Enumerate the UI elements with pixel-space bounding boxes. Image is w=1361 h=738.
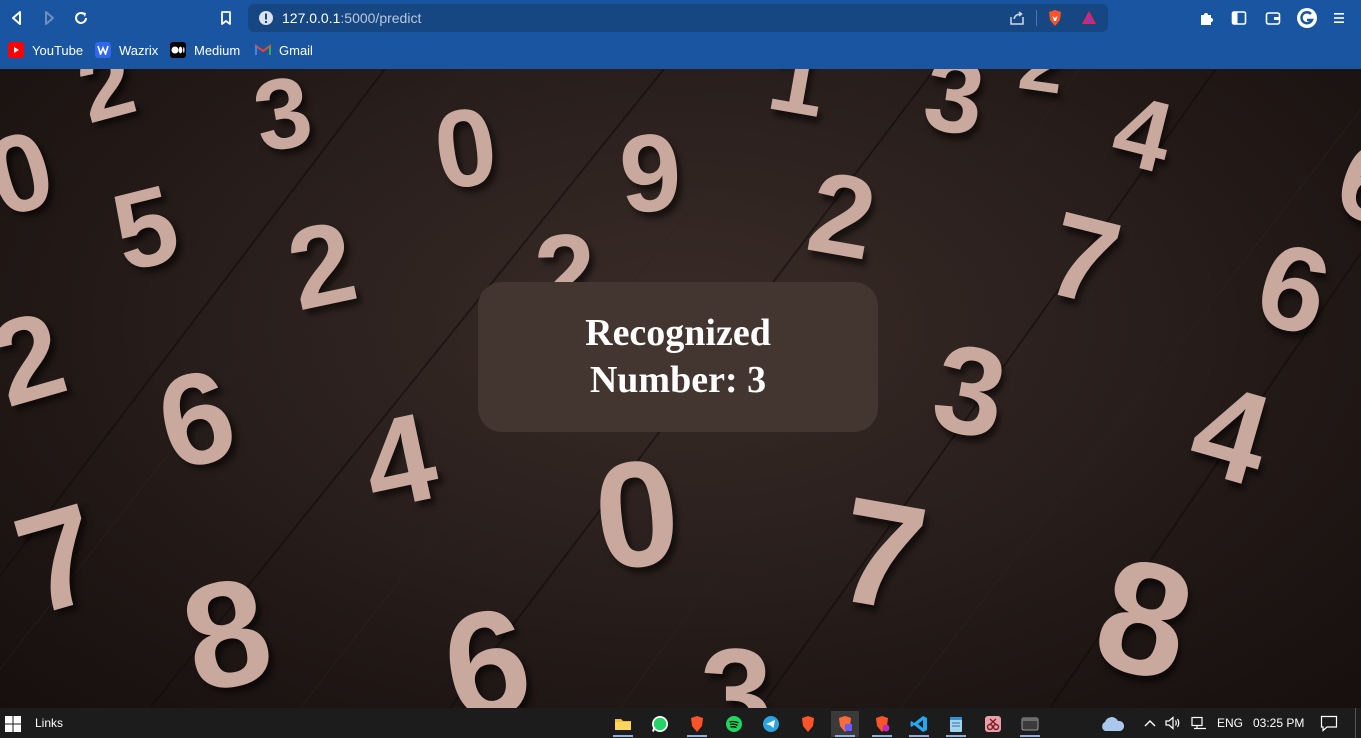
bookmark-gmail[interactable]: Gmail — [255, 41, 313, 59]
taskbar-app-terminal[interactable] — [1016, 711, 1044, 737]
running-indicator — [613, 735, 633, 737]
background-digit: 0 — [586, 426, 687, 602]
brave-nightly-icon — [876, 716, 890, 732]
whatsapp-icon — [652, 716, 668, 732]
taskbar-app-file-explorer[interactable] — [609, 711, 637, 737]
omnibox-divider — [1036, 10, 1037, 26]
result-heading: Recognized — [585, 312, 771, 354]
hamburger-icon — [1334, 13, 1344, 23]
taskbar-app-notepad[interactable] — [942, 711, 970, 737]
running-indicator — [872, 735, 892, 737]
brave-icon — [691, 716, 703, 732]
forward-button[interactable] — [37, 6, 61, 30]
taskbar-app-brave-nightly[interactable] — [868, 711, 896, 737]
notepad-icon — [950, 717, 962, 732]
bookmark-label: Wazrix — [119, 42, 159, 58]
brave-beta-icon — [839, 716, 852, 732]
bookmark-button[interactable] — [214, 6, 238, 30]
windows-taskbar: Links ENG 03:25 PM — [0, 708, 1361, 738]
wallet-button[interactable] — [1263, 8, 1283, 28]
reload-button[interactable] — [69, 6, 93, 30]
browser-toolbar: 127.0.0.1:5000/predict — [0, 0, 1361, 36]
gmail-icon — [255, 42, 271, 58]
running-indicator — [946, 735, 966, 737]
youtube-icon — [8, 42, 24, 58]
forward-icon — [45, 11, 54, 25]
windows-start-icon[interactable] — [4, 715, 22, 733]
running-indicator — [687, 735, 707, 737]
network-icon[interactable] — [1191, 716, 1207, 730]
brave-icon — [802, 716, 814, 732]
brave-rewards-icon[interactable] — [1080, 9, 1098, 27]
clock[interactable]: 03:25 PM — [1253, 716, 1304, 730]
running-indicator — [835, 735, 855, 737]
telegram-icon — [763, 716, 779, 732]
wallet-icon — [1265, 12, 1281, 25]
puzzle-icon — [1201, 13, 1213, 25]
result-card: Recognized Number: 3 — [478, 282, 878, 432]
extensions-button[interactable] — [1197, 8, 1217, 28]
site-info-icon[interactable] — [258, 10, 274, 26]
share-icon[interactable] — [1008, 9, 1026, 27]
page-content: 2 3 0 9 1 3 4 0 5 2 2 2 7 6 2 6 3 6 4 4 … — [0, 69, 1361, 708]
speaker-icon[interactable] — [1165, 716, 1181, 730]
taskbar-app-brave-2[interactable] — [794, 711, 822, 737]
spotify-icon — [726, 716, 742, 732]
background-digit: 3 — [700, 621, 773, 708]
running-indicator — [909, 735, 929, 737]
profile-avatar-icon — [1297, 8, 1317, 28]
sidebar-icon — [1231, 11, 1247, 25]
chevron-up-icon[interactable] — [1143, 718, 1157, 728]
taskbar-app-brave[interactable] — [683, 711, 711, 737]
bookmark-label: Medium — [194, 42, 241, 58]
address-bar[interactable]: 127.0.0.1:5000/predict — [248, 4, 1108, 32]
show-desktop-divider[interactable] — [1355, 708, 1356, 738]
reload-icon — [75, 12, 87, 24]
onedrive-cloud-icon[interactable] — [1099, 716, 1125, 732]
language-indicator[interactable]: ENG — [1217, 716, 1243, 730]
profile-button[interactable] — [1295, 6, 1319, 30]
notification-center-icon[interactable] — [1320, 715, 1338, 732]
bookmark-label: Gmail — [279, 42, 313, 58]
running-indicator — [1020, 735, 1040, 737]
bookmark-label: YouTube — [32, 42, 84, 58]
bookmark-icon — [221, 11, 231, 25]
back-icon — [12, 11, 21, 25]
browser-chrome: 127.0.0.1:5000/predict YouTube Wazrix Me… — [0, 0, 1361, 69]
terminal-icon — [1021, 717, 1039, 731]
taskbar-app-vscode[interactable] — [905, 711, 933, 737]
taskbar-app-brave-beta[interactable] — [831, 711, 859, 737]
url-host: 127.0.0.1 — [282, 10, 341, 26]
background-digit: 9 — [615, 110, 686, 237]
file-explorer-icon — [615, 719, 631, 730]
menu-button[interactable] — [1329, 8, 1349, 28]
taskbar-app-snipping[interactable] — [979, 711, 1007, 737]
taskbar-app-spotify[interactable] — [720, 711, 748, 737]
taskbar-app-telegram[interactable] — [757, 711, 785, 737]
url-path: :5000/predict — [340, 10, 422, 26]
recognized-number-text: Number: 3 — [589, 359, 767, 401]
snipping-icon — [985, 716, 1001, 732]
url-text: 127.0.0.1:5000/predict — [282, 10, 421, 26]
medium-icon — [170, 42, 186, 58]
brave-shields-icon[interactable] — [1046, 9, 1064, 27]
bookmark-medium[interactable]: Medium — [170, 41, 240, 59]
taskbar-app-whatsapp[interactable] — [646, 711, 674, 737]
back-button[interactable] — [5, 6, 29, 30]
bookmark-youtube[interactable]: YouTube — [8, 41, 83, 59]
bookmarks-bar: YouTube Wazrix Medium Gmail — [0, 38, 1361, 62]
wazirx-icon — [95, 42, 111, 58]
links-toolbar-label[interactable]: Links — [35, 716, 63, 730]
sidebar-button[interactable] — [1229, 8, 1249, 28]
bookmark-wazrix[interactable]: Wazrix — [95, 41, 158, 59]
vscode-icon — [910, 716, 927, 732]
